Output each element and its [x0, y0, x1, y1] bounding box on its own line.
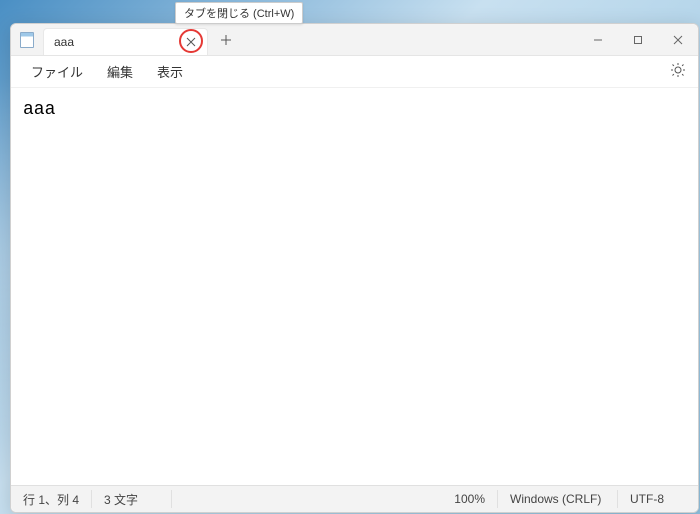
menubar: ファイル 編集 表示: [11, 56, 698, 88]
close-icon: [673, 35, 683, 45]
titlebar: aaa: [11, 24, 698, 56]
maximize-button[interactable]: [618, 24, 658, 55]
status-position: 行 1、列 4: [11, 490, 92, 508]
settings-button[interactable]: [666, 58, 690, 85]
menu-view[interactable]: 表示: [145, 58, 195, 85]
minimize-button[interactable]: [578, 24, 618, 55]
plus-icon: [220, 34, 232, 46]
window-controls: [578, 24, 698, 55]
status-line-ending[interactable]: Windows (CRLF): [498, 490, 618, 508]
gear-icon: [670, 62, 686, 78]
notepad-window: aaa: [10, 23, 699, 513]
close-icon: [186, 37, 196, 47]
document-tab[interactable]: aaa: [43, 28, 208, 55]
app-icon-container: [11, 24, 43, 55]
minimize-icon: [593, 35, 603, 45]
statusbar: 行 1、列 4 3 文字 100% Windows (CRLF) UTF-8: [11, 485, 698, 512]
menu-file[interactable]: ファイル: [19, 58, 95, 85]
close-tab-button[interactable]: [181, 32, 201, 52]
new-tab-button[interactable]: [211, 24, 241, 55]
status-zoom[interactable]: 100%: [442, 490, 498, 508]
close-tab-tooltip: タブを閉じる (Ctrl+W): [175, 2, 303, 24]
tab-title: aaa: [54, 35, 181, 49]
menu-edit[interactable]: 編集: [95, 58, 145, 85]
notepad-icon: [20, 32, 34, 48]
close-window-button[interactable]: [658, 24, 698, 55]
text-editor[interactable]: aaa: [11, 88, 698, 485]
status-encoding[interactable]: UTF-8: [618, 490, 698, 508]
maximize-icon: [633, 35, 643, 45]
status-char-count: 3 文字: [92, 490, 172, 508]
